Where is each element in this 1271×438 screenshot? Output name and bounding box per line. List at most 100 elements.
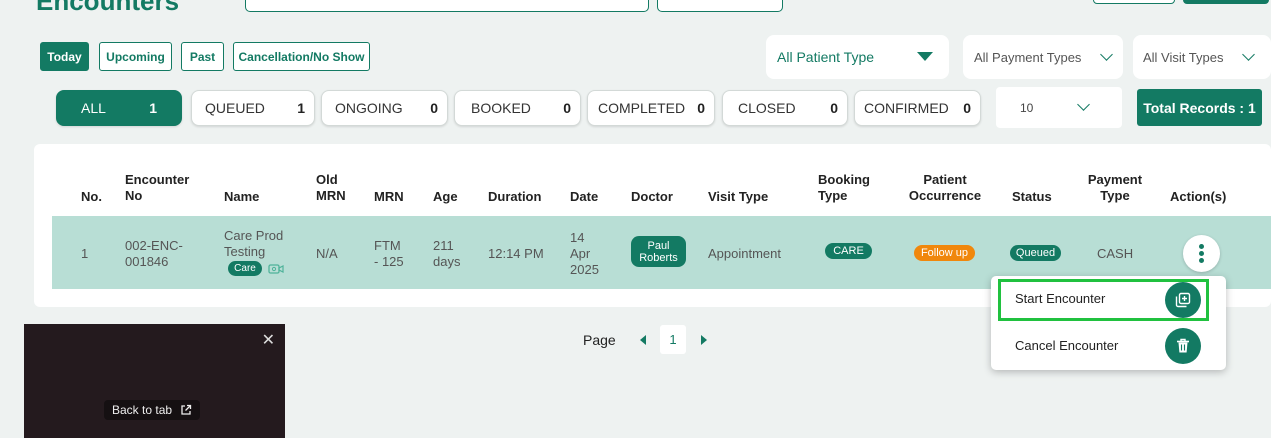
col-header-text: Encounter	[125, 172, 190, 187]
patient-tag-badge: Care	[228, 261, 262, 276]
start-encounter-label: Start Encounter	[1015, 291, 1106, 306]
chip-label: ALL	[81, 100, 106, 116]
records-per-page-select[interactable]: 10	[996, 87, 1122, 128]
visit-types-dropdown[interactable]: All Visit Types	[1133, 35, 1271, 79]
chip-label: ONGOING	[335, 100, 403, 116]
col-header-mrn: MRN	[374, 189, 404, 204]
page-title: Encounters	[36, 0, 180, 16]
primary-header-button[interactable]	[1183, 0, 1269, 4]
chip-count: 0	[430, 100, 438, 116]
cell-text: 14	[570, 230, 585, 245]
video-consult-icon	[268, 264, 284, 274]
col-header-text: Type	[818, 188, 848, 203]
col-header-encounter-no: Encounter No	[125, 172, 189, 204]
chip-count: 1	[149, 100, 157, 116]
cell-age: 211 days	[433, 238, 460, 270]
doctor-name-text: Roberts	[639, 251, 678, 264]
patient-type-value: All Patient Type	[777, 49, 875, 65]
search-input[interactable]	[245, 0, 649, 12]
picture-in-picture-window: ✕ Back to tab	[24, 324, 285, 438]
payment-types-value: All Payment Types	[974, 49, 1082, 65]
cancel-encounter-label: Cancel Encounter	[1015, 338, 1119, 353]
chip-count: 0	[563, 100, 571, 116]
chip-label: COMPLETED	[598, 100, 686, 116]
cell-date: 14 Apr 2025	[570, 230, 599, 278]
external-link-icon	[181, 404, 192, 415]
col-header-text: Patient	[923, 172, 967, 187]
search-button[interactable]	[657, 0, 783, 12]
col-header-text: Payment	[1087, 172, 1143, 187]
chip-count: 0	[697, 100, 705, 116]
back-to-tab-button[interactable]: Back to tab	[104, 400, 201, 420]
status-chip-confirmed[interactable]: CONFIRMED 0	[854, 90, 981, 126]
chip-label: CONFIRMED	[864, 100, 949, 116]
tab-cancellation-no-show[interactable]: Cancellation/No Show	[233, 42, 370, 71]
doctor-badge[interactable]: Paul Roberts	[631, 236, 686, 267]
cell-encounter-no: 002-ENC- 001846	[125, 238, 183, 270]
col-header-text: No	[125, 188, 143, 203]
pagination-current-page[interactable]: 1	[660, 325, 686, 354]
trash-icon[interactable]	[1165, 328, 1201, 364]
chip-count: 1	[297, 100, 305, 116]
chevron-down-icon	[1242, 48, 1255, 61]
col-header-actions: Action(s)	[1170, 189, 1227, 204]
chip-label: BOOKED	[471, 100, 531, 116]
secondary-header-button[interactable]	[1093, 0, 1175, 4]
status-badge: Queued	[1010, 245, 1061, 261]
chip-label: CLOSED	[738, 100, 796, 116]
tab-upcoming[interactable]: Upcoming	[99, 42, 172, 71]
row-actions-button[interactable]	[1183, 235, 1220, 272]
prev-page-icon[interactable]	[640, 335, 646, 345]
close-icon[interactable]: ✕	[262, 330, 275, 350]
status-chip-queued[interactable]: QUEUED 1	[191, 90, 315, 126]
chip-count: 0	[830, 100, 838, 116]
next-page-icon[interactable]	[701, 335, 707, 345]
back-to-tab-label: Back to tab	[112, 403, 173, 417]
start-encounter-menu-item[interactable]: Start Encounter	[998, 279, 1209, 321]
col-header-date: Date	[570, 189, 599, 204]
cell-visit-type: Appointment	[708, 246, 781, 261]
patient-type-dropdown[interactable]: All Patient Type	[766, 35, 949, 79]
status-chip-booked[interactable]: BOOKED 0	[454, 90, 581, 126]
status-chip-closed[interactable]: CLOSED 0	[722, 90, 848, 126]
cell-old-mrn: N/A	[316, 246, 338, 261]
cell-payment-type: CASH	[1097, 246, 1134, 261]
caret-down-icon	[917, 52, 933, 61]
col-header-booking-type: Booking Type	[818, 172, 870, 204]
chevron-down-icon	[1077, 98, 1090, 111]
start-encounter-icon[interactable]	[1165, 282, 1201, 318]
col-header-status: Status	[1012, 189, 1052, 204]
records-per-page-value: 10	[1020, 100, 1034, 115]
cell-name: Care Prod Testing	[224, 228, 283, 260]
col-header-doctor: Doctor	[631, 189, 673, 204]
col-header-no: No.	[81, 189, 102, 204]
col-header-age: Age	[433, 189, 458, 204]
booking-type-badge: CARE	[825, 243, 872, 259]
cell-text: FTM	[374, 238, 401, 253]
col-header-patient-occurrence: Patient Occurrence	[905, 172, 985, 204]
col-header-old-mrn: Old MRN	[316, 172, 346, 204]
row-action-menu: Start Encounter Cancel Encounter	[991, 276, 1226, 370]
tab-past[interactable]: Past	[181, 42, 224, 71]
cell-mrn: FTM - 125	[374, 238, 404, 270]
status-chip-all[interactable]: ALL 1	[56, 90, 182, 126]
col-header-text: MRN	[316, 188, 346, 203]
doctor-name-text: Paul	[647, 239, 670, 252]
pagination-label: Page	[583, 332, 616, 348]
tab-today[interactable]: Today	[40, 42, 89, 71]
cell-text: 211	[433, 238, 454, 253]
payment-types-dropdown[interactable]: All Payment Types	[963, 35, 1123, 79]
visit-types-value: All Visit Types	[1143, 49, 1224, 65]
cancel-encounter-menu-item[interactable]: Cancel Encounter	[991, 324, 1226, 370]
cell-no: 1	[81, 246, 89, 261]
status-chip-completed[interactable]: COMPLETED 0	[587, 90, 715, 126]
col-header-text: Occurrence	[908, 188, 982, 203]
status-chip-ongoing[interactable]: ONGOING 0	[321, 90, 448, 126]
col-header-payment-type: Payment Type	[1085, 172, 1145, 204]
col-header-text: Type	[1100, 188, 1130, 203]
chip-count: 0	[963, 100, 971, 116]
chip-label: QUEUED	[205, 100, 265, 116]
cell-text: Apr	[570, 246, 591, 261]
cell-text: Testing	[224, 244, 266, 259]
cell-text: Care Prod	[224, 228, 284, 243]
